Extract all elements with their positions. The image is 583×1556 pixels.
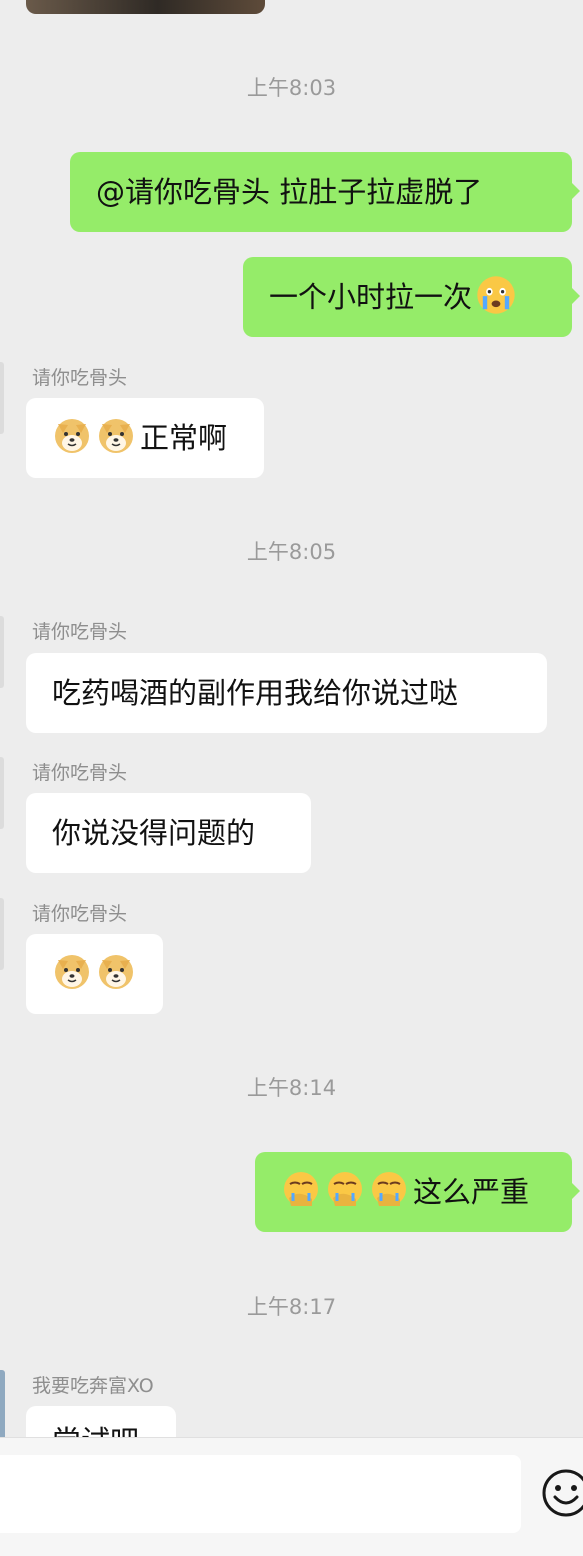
doge-emoji bbox=[52, 415, 92, 455]
sender-name: 请你吃骨头 bbox=[32, 367, 128, 389]
doge-emoji bbox=[52, 951, 92, 991]
timestamp: 上午8:05 bbox=[246, 540, 337, 564]
facepalm-emoji bbox=[325, 1169, 365, 1209]
doge-emoji bbox=[96, 415, 136, 455]
avatar[interactable] bbox=[0, 362, 4, 434]
avatar[interactable] bbox=[0, 757, 4, 829]
shared-image-preview[interactable] bbox=[26, 0, 265, 14]
message-text: @请你吃骨头 拉肚子拉虚脱了 bbox=[96, 175, 483, 209]
outgoing-message-bubble[interactable]: 一个小时拉一次 bbox=[243, 257, 580, 337]
incoming-message-bubble[interactable]: 尝试吧 bbox=[26, 1406, 176, 1437]
outgoing-message-bubble[interactable]: 这么严重 bbox=[255, 1152, 580, 1232]
facepalm-emoji bbox=[369, 1169, 409, 1209]
sender-name: 我要吃奔富XO bbox=[32, 1375, 154, 1397]
incoming-message-bubble[interactable] bbox=[26, 934, 163, 1014]
message-text: 这么严重 bbox=[413, 1175, 530, 1209]
facepalm-emoji bbox=[281, 1169, 321, 1209]
crying-face-emoji bbox=[474, 273, 518, 317]
message-input[interactable] bbox=[0, 1455, 521, 1533]
avatar[interactable] bbox=[0, 898, 4, 970]
timestamp: 上午8:03 bbox=[246, 76, 337, 100]
timestamp: 上午8:17 bbox=[246, 1295, 337, 1319]
smile-icon[interactable] bbox=[540, 1467, 583, 1519]
message-text: 正常啊 bbox=[140, 421, 228, 455]
message-text: 你说没得问题的 bbox=[52, 816, 256, 850]
incoming-message-bubble[interactable]: 正常啊 bbox=[26, 398, 264, 478]
doge-emoji bbox=[96, 951, 136, 991]
sender-name: 请你吃骨头 bbox=[32, 903, 128, 925]
timestamp: 上午8:14 bbox=[246, 1076, 337, 1100]
sender-name: 请你吃骨头 bbox=[32, 621, 128, 643]
avatar[interactable] bbox=[0, 1370, 5, 1440]
message-text: 一个小时拉一次 bbox=[269, 280, 473, 314]
incoming-message-bubble[interactable]: 吃药喝酒的副作用我给你说过哒 bbox=[26, 653, 547, 733]
incoming-message-bubble[interactable]: 你说没得问题的 bbox=[26, 793, 311, 873]
message-text: 尝试吧 bbox=[52, 1424, 139, 1437]
sender-name: 请你吃骨头 bbox=[32, 762, 128, 784]
outgoing-message-bubble[interactable]: @请你吃骨头 拉肚子拉虚脱了 bbox=[70, 152, 580, 232]
avatar[interactable] bbox=[0, 616, 4, 688]
message-text: 吃药喝酒的副作用我给你说过哒 bbox=[52, 676, 459, 710]
